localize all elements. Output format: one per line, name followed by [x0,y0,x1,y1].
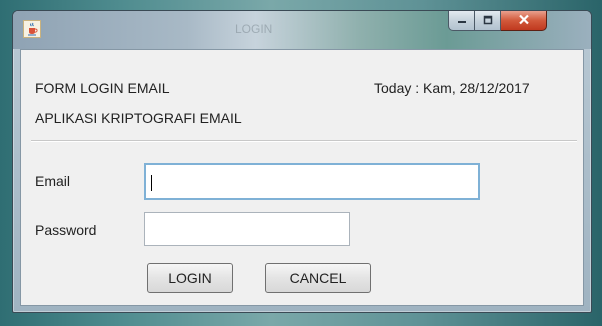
text-caret [151,175,152,191]
close-button[interactable] [501,11,547,31]
window-title: LOGIN [235,22,273,36]
header-divider [31,140,577,142]
maximize-icon [483,12,493,30]
title-bar[interactable]: LOGIN [13,11,591,49]
email-label: Email [35,173,71,189]
minimize-button[interactable] [448,11,475,31]
form-panel: FORM LOGIN EMAIL Today : Kam, 28/12/2017… [20,49,584,306]
app-name-label: APLIKASI KRIPTOGRAFI EMAIL [35,110,242,126]
password-label: Password [35,222,97,238]
login-button[interactable]: LOGIN [147,263,233,293]
email-field[interactable] [144,163,480,200]
close-icon [518,12,530,30]
password-field[interactable] [144,212,350,246]
caption-buttons [448,11,547,31]
cancel-button[interactable]: CANCEL [265,263,371,293]
today-date-label: Today : Kam, 28/12/2017 [374,80,530,96]
login-window: LOGIN FORM LOGIN EMAIL Today : Kam, 28/1… [12,10,592,313]
maximize-button[interactable] [475,11,501,31]
java-cup-icon[interactable] [23,20,41,38]
form-title: FORM LOGIN EMAIL [35,80,170,96]
minimize-icon [457,12,467,30]
